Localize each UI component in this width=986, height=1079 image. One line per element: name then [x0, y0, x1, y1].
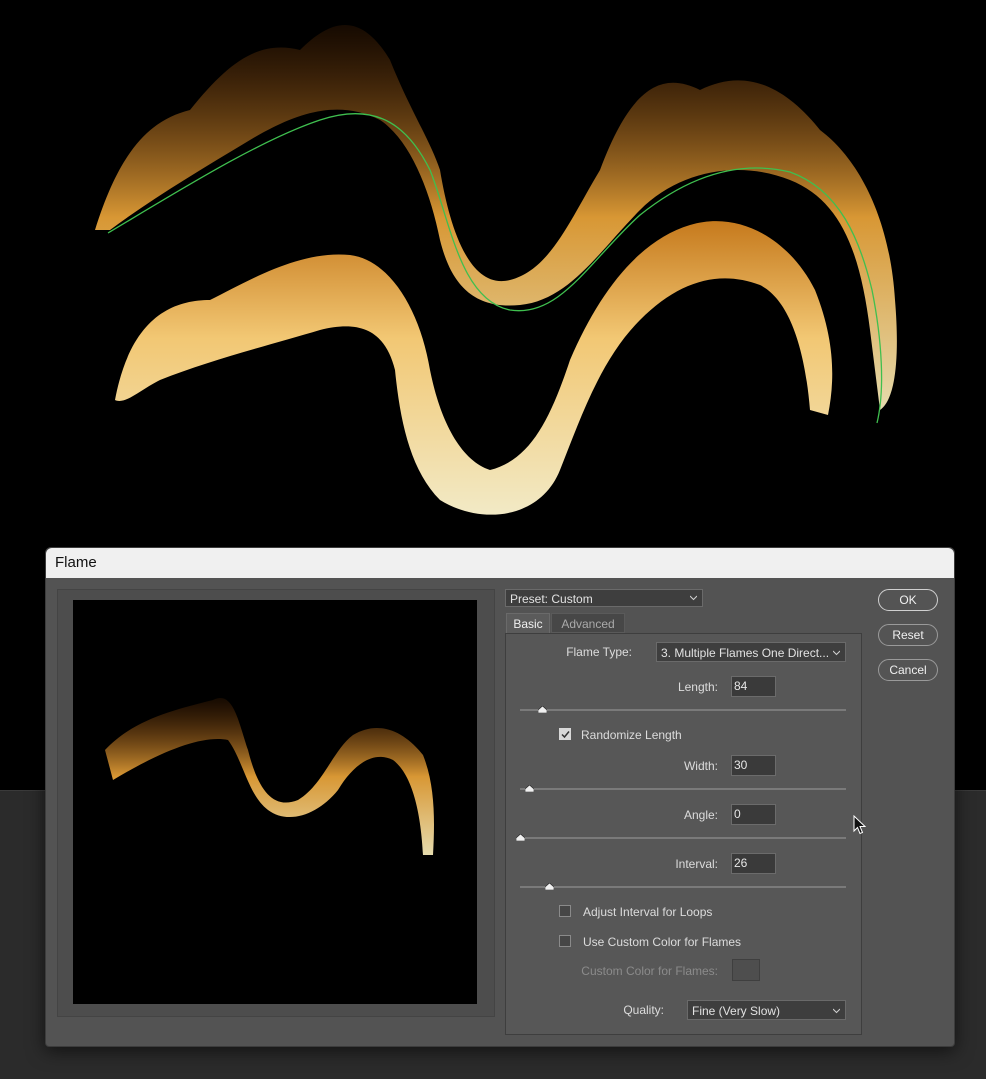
- check-icon: [561, 731, 570, 739]
- preview-canvas[interactable]: [73, 600, 477, 1004]
- flame-dialog: Flame Preset: Custom Basic Advanced Flam…: [45, 547, 955, 1047]
- width-input[interactable]: 30: [731, 755, 776, 776]
- adjust-interval-checkbox[interactable]: [559, 905, 571, 917]
- interval-slider-thumb[interactable]: [544, 883, 554, 890]
- quality-label: Quality:: [623, 1003, 664, 1017]
- quality-value: Fine (Very Slow): [692, 1004, 781, 1018]
- flame-type-select[interactable]: 3. Multiple Flames One Direct...: [656, 642, 846, 662]
- lower-flame-band: [115, 221, 833, 515]
- flame-type-value: 3. Multiple Flames One Direct...: [661, 646, 830, 660]
- angle-input[interactable]: 0: [731, 804, 776, 825]
- quality-select[interactable]: Fine (Very Slow): [687, 1000, 846, 1020]
- interval-slider-track[interactable]: [520, 886, 846, 888]
- flame-type-label: Flame Type:: [566, 645, 632, 659]
- ok-button[interactable]: OK: [878, 589, 938, 611]
- length-input[interactable]: 84: [731, 676, 776, 697]
- chevron-down-icon: [833, 650, 840, 656]
- preview-frame: [57, 589, 495, 1017]
- preview-flame: [105, 698, 434, 855]
- preset-value: Preset: Custom: [510, 592, 593, 606]
- length-slider-thumb[interactable]: [538, 706, 548, 713]
- tab-advanced[interactable]: Advanced: [551, 613, 625, 633]
- length-slider-track[interactable]: [520, 709, 846, 711]
- dialog-title: Flame: [55, 554, 97, 571]
- length-label: Length:: [677, 680, 718, 694]
- angle-slider-track[interactable]: [520, 837, 846, 839]
- chevron-down-icon: [833, 1008, 840, 1014]
- chevron-down-icon: [690, 595, 697, 601]
- width-slider-thumb[interactable]: [525, 785, 535, 792]
- angle-slider-thumb[interactable]: [515, 834, 525, 841]
- angle-label: Angle:: [683, 808, 718, 822]
- interval-input[interactable]: 26: [731, 853, 776, 874]
- custom-color-swatch-label: Custom Color for Flames:: [581, 964, 718, 978]
- randomize-length-label: Randomize Length: [581, 728, 682, 742]
- randomize-length-checkbox[interactable]: [559, 728, 571, 740]
- width-slider-track[interactable]: [520, 788, 846, 790]
- arrow-cursor-icon: [853, 815, 867, 835]
- tab-basic[interactable]: Basic: [506, 613, 550, 633]
- cancel-button[interactable]: Cancel: [878, 659, 938, 681]
- custom-color-label: Use Custom Color for Flames: [583, 935, 742, 949]
- interval-label: Interval:: [675, 857, 718, 871]
- custom-color-swatch: [732, 959, 760, 981]
- reset-button[interactable]: Reset: [878, 624, 938, 646]
- custom-color-checkbox[interactable]: [559, 935, 571, 947]
- width-label: Width:: [683, 759, 718, 773]
- preset-select[interactable]: Preset: Custom: [505, 589, 703, 607]
- dialog-titlebar[interactable]: Flame: [46, 548, 954, 578]
- adjust-interval-label: Adjust Interval for Loops: [583, 905, 713, 919]
